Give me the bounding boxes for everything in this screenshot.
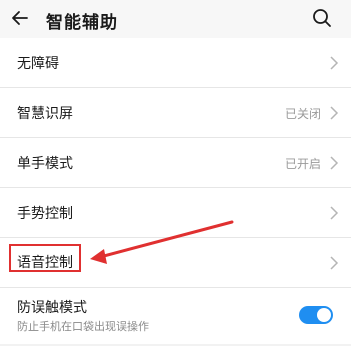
chevron-right-icon — [330, 106, 339, 120]
list-item-voice-control[interactable]: 语音控制 — [0, 238, 351, 288]
chevron-right-icon — [330, 56, 339, 70]
status-text: 已开启 — [284, 157, 321, 171]
list-item-smart-screen-recognition[interactable]: 智慧识屏 已关闭 — [0, 88, 351, 138]
search-icon[interactable] — [311, 7, 333, 29]
list-item-label: 防误触模式 — [17, 300, 87, 316]
chevron-right-icon — [330, 156, 339, 170]
list-item-label: 智慧识屏 — [17, 106, 73, 122]
page-title: 智能辅助 — [46, 13, 118, 33]
status-text: 已关闭 — [284, 107, 321, 121]
chevron-right-icon — [330, 206, 339, 220]
app-header: 智能辅助 — [0, 0, 351, 38]
list-item-label: 手势控制 — [17, 206, 73, 222]
list-item-label: 无障碍 — [17, 56, 59, 72]
list-item-accessibility[interactable]: 无障碍 — [0, 38, 351, 88]
settings-list: 无障碍 智慧识屏 已关闭 单手模式 已开启 手势控制 语音控制 防误触模式 防止… — [0, 38, 351, 344]
list-item-sublabel: 防止手机在口袋出现误操作 — [17, 320, 149, 333]
list-item-gesture-control[interactable]: 手势控制 — [0, 188, 351, 238]
list-item-one-handed-mode[interactable]: 单手模式 已开启 — [0, 138, 351, 188]
list-item-label: 语音控制 — [17, 255, 73, 271]
list-item-anti-mistouch-mode[interactable]: 防误触模式 防止手机在口袋出现误操作 — [0, 288, 351, 344]
list-item-label: 单手模式 — [17, 156, 73, 172]
toggle-switch[interactable] — [299, 306, 333, 324]
toggle-knob — [317, 308, 331, 322]
chevron-right-icon — [330, 256, 339, 270]
arrow-left-icon[interactable] — [10, 8, 30, 28]
